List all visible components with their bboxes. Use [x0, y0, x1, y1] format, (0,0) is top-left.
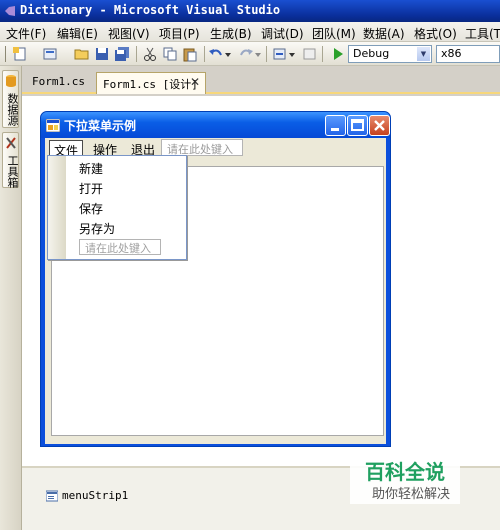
menu-build[interactable]: 生成(B): [210, 25, 252, 42]
database-icon: [6, 75, 16, 87]
vs-logo-icon: [5, 6, 15, 16]
solution-configuration-select[interactable]: Debug ▼: [348, 45, 432, 63]
toolbar-separator: [136, 46, 137, 62]
window-title: Dictionary - Microsoft Visual Studio: [20, 3, 281, 17]
menu-view[interactable]: 视图(V): [108, 25, 150, 42]
navigate-backward-icon[interactable]: [272, 46, 288, 62]
add-item-icon[interactable]: [42, 46, 58, 62]
menu-data[interactable]: 数据(A): [363, 25, 405, 42]
toolbar-grip[interactable]: [5, 46, 6, 62]
form-icon: [46, 119, 60, 132]
maximize-button[interactable]: [347, 115, 368, 136]
undo-icon[interactable]: [208, 46, 224, 62]
chevron-down-icon[interactable]: ▼: [417, 47, 430, 61]
watermark-slogan: 助你轻松解决: [372, 487, 451, 502]
tab-form1-code[interactable]: Form1.cs: [26, 72, 91, 94]
platform-value: x86: [441, 47, 462, 60]
toolbar-separator: [204, 46, 205, 62]
toolbox-tab[interactable]: 工具箱: [2, 132, 19, 188]
solution-configuration-value: Debug: [353, 47, 390, 60]
dropdown-item-new[interactable]: 新建: [79, 160, 103, 177]
minimize-button[interactable]: [325, 115, 346, 136]
menu-project[interactable]: 项目(P): [159, 25, 200, 42]
dropdown-item-open[interactable]: 打开: [79, 180, 103, 197]
left-dock-panel: 数据源 工具箱: [0, 66, 22, 530]
navigate-dropdown-icon[interactable]: [288, 46, 296, 62]
menustrip-icon: [46, 490, 58, 502]
data-sources-label: 数据源: [6, 93, 19, 126]
undo-dropdown-icon[interactable]: [224, 46, 232, 62]
menu-debug[interactable]: 调试(D): [261, 25, 304, 42]
toolbox-label: 工具箱: [6, 155, 19, 188]
paste-icon[interactable]: [182, 46, 198, 62]
data-sources-tab[interactable]: 数据源: [2, 70, 19, 128]
watermark: 百科全说 助你轻松解决: [350, 452, 460, 504]
document-tab-strip: Form1.cs Form1.cs [设计] ✕: [22, 66, 500, 94]
close-button[interactable]: [369, 115, 390, 136]
menu-team[interactable]: 团队(M): [312, 25, 356, 42]
maximize-icon: [351, 119, 364, 131]
close-icon: [374, 120, 385, 131]
dropdown-item-save-as[interactable]: 另存为: [79, 220, 115, 237]
form-title-bar: 下拉菜单示例: [41, 112, 390, 138]
redo-dropdown-icon[interactable]: [254, 46, 262, 62]
form-title: 下拉菜单示例: [64, 119, 137, 133]
start-debugging-icon[interactable]: [330, 46, 346, 62]
watermark-brand: 百科全说: [365, 460, 445, 484]
file-dropdown-menu: 新建 打开 保存 另存为 请在此处键入: [47, 155, 187, 260]
form-menu-type-here[interactable]: 请在此处键入: [161, 139, 243, 156]
toolbox-icon: [6, 137, 16, 149]
open-file-icon[interactable]: [74, 46, 90, 62]
dropdown-item-save[interactable]: 保存: [79, 200, 103, 217]
menu-tools[interactable]: 工具(T): [465, 25, 500, 42]
dropdown-image-margin: [48, 156, 66, 259]
save-icon[interactable]: [94, 46, 110, 62]
minimize-icon: [331, 128, 339, 131]
platform-select[interactable]: x86: [436, 45, 500, 63]
dropdown-type-here[interactable]: 请在此处键入: [79, 239, 161, 255]
menu-edit[interactable]: 编辑(E): [57, 25, 98, 42]
menu-file[interactable]: 文件(F): [6, 25, 46, 42]
ide-menu-bar: 文件(F) 编辑(E) 视图(V) 项目(P) 生成(B) 调试(D) 团队(M…: [0, 22, 500, 42]
tab-form1-designer-label: Form1.cs [设计]: [103, 78, 198, 91]
menu-format[interactable]: 格式(O): [414, 25, 457, 42]
navigate-forward-icon[interactable]: [302, 46, 318, 62]
toolbar-separator: [266, 46, 267, 62]
redo-icon[interactable]: [238, 46, 254, 62]
toolbar-separator: [322, 46, 323, 62]
ide-title-bar: Dictionary - Microsoft Visual Studio: [0, 0, 500, 22]
cut-icon[interactable]: [142, 46, 158, 62]
component-menustrip1[interactable]: menuStrip1: [62, 489, 128, 502]
save-all-icon[interactable]: [114, 46, 130, 62]
close-icon[interactable]: ✕: [188, 75, 202, 89]
copy-icon[interactable]: [162, 46, 178, 62]
standard-toolbar: Debug ▼ x86: [0, 42, 500, 66]
new-project-icon[interactable]: [12, 46, 28, 62]
